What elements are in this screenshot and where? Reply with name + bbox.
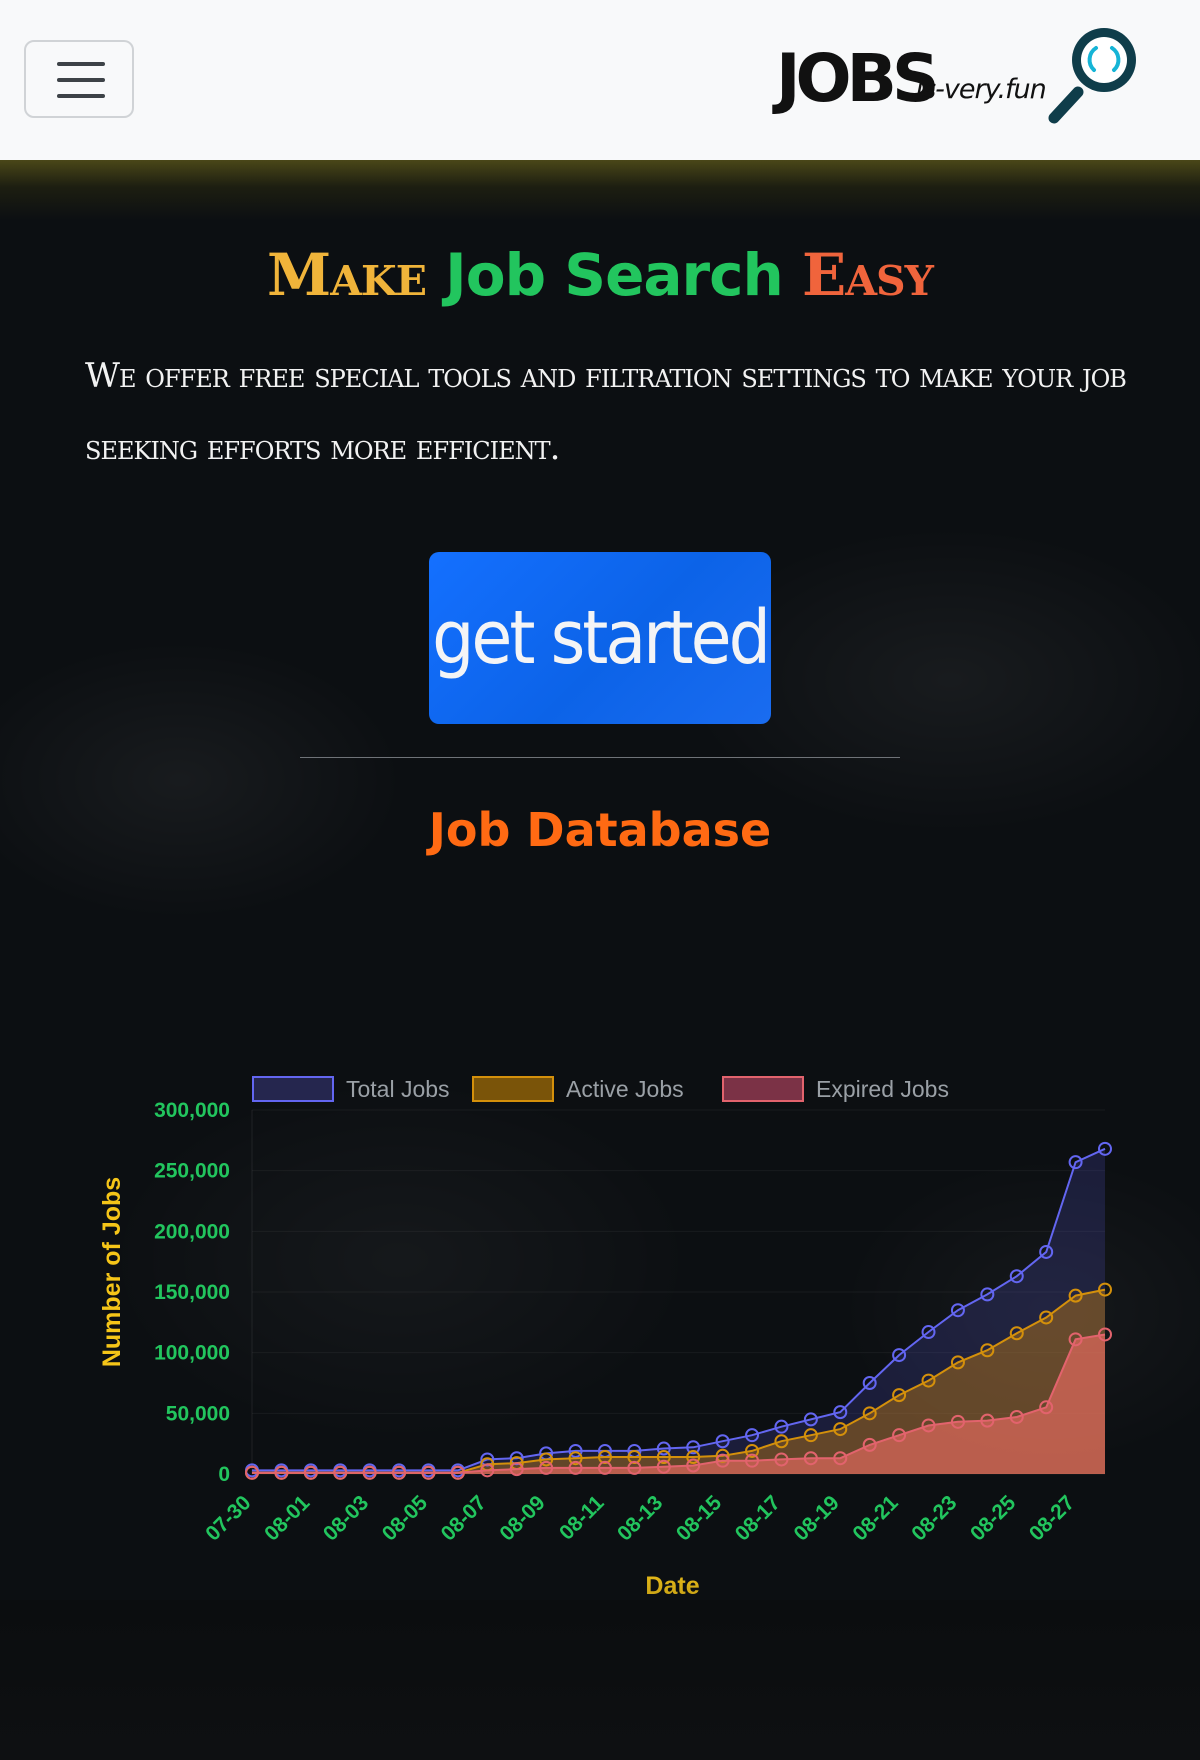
y-tick-label: 300,000 (154, 1099, 230, 1122)
legend-swatch (472, 1076, 554, 1102)
legend-item: Total Jobs (252, 1076, 450, 1102)
legend-item: Active Jobs (472, 1076, 684, 1102)
y-tick-label: 100,000 (154, 1342, 230, 1365)
legend-label: Total Jobs (346, 1076, 450, 1102)
x-tick-label: 08-11 (555, 1491, 609, 1545)
x-tick-label: 08-17 (731, 1491, 785, 1545)
menu-icon-bar (57, 62, 105, 66)
headline-easy: Easy (802, 241, 934, 309)
hero-headline: Make Job Search Easy (0, 240, 1200, 310)
legend-label: Active Jobs (566, 1076, 684, 1102)
hero-tagline: We offer free special tools and filtrati… (85, 356, 1127, 468)
legend-label: Expired Jobs (816, 1076, 949, 1102)
menu-icon-bar (57, 78, 105, 82)
x-tick-label: 08-27 (1025, 1491, 1079, 1545)
x-tick-label: 08-03 (319, 1491, 373, 1545)
x-tick-label: 08-25 (966, 1491, 1020, 1545)
page-bottom-fade (0, 1560, 1200, 1760)
x-tick-label: 08-15 (672, 1491, 726, 1545)
menu-icon-bar (57, 94, 105, 98)
x-tick-label: 08-09 (495, 1491, 549, 1545)
x-tick-label: 08-05 (378, 1491, 432, 1545)
get-started-button[interactable]: get started (429, 552, 771, 724)
x-tick-label: 08-19 (790, 1491, 844, 1545)
y-tick-label: 250,000 (154, 1160, 230, 1183)
x-tick-label: 07-30 (201, 1491, 255, 1545)
top-navbar: JOBS .is-very.fun (0, 0, 1200, 160)
x-tick-label: 08-23 (907, 1491, 961, 1545)
headline-job-search: Job Search (445, 241, 784, 309)
legend-item: Expired Jobs (722, 1076, 949, 1102)
y-tick-label: 0 (218, 1463, 230, 1486)
legend-swatch (252, 1076, 334, 1102)
x-tick-label: 08-01 (260, 1491, 314, 1545)
magnifier-icon (1048, 28, 1136, 124)
logo-domain-suffix: .is-very.fun (908, 74, 1047, 105)
y-tick-label: 50,000 (166, 1402, 230, 1425)
y-axis-title: Number of Jobs (98, 1177, 126, 1367)
hamburger-menu-button[interactable] (24, 40, 134, 118)
y-tick-label: 150,000 (154, 1281, 230, 1304)
hero-section: Make Job Search Easy We offer free speci… (0, 160, 1200, 1760)
x-tick-label: 08-13 (613, 1491, 667, 1545)
legend-swatch (722, 1076, 804, 1102)
y-tick-label: 200,000 (154, 1220, 230, 1243)
x-tick-label: 08-07 (437, 1491, 491, 1545)
job-database-chart: 0 50,000 100,000 150,000 200,000 250,000 300,0… (98, 1076, 1112, 1600)
site-logo[interactable]: JOBS .is-very.fun (770, 22, 1150, 132)
section-divider (300, 757, 900, 758)
headline-make: Make (267, 241, 427, 309)
chart-title: Job Database (428, 803, 772, 857)
x-tick-label: 08-21 (848, 1491, 902, 1545)
header-shadow (0, 160, 1200, 220)
